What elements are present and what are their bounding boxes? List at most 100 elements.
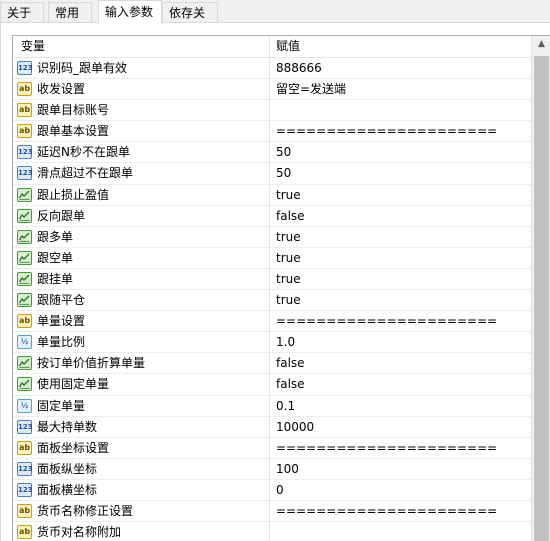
table-row[interactable]: 123 最大持单数 10000 <box>13 416 531 438</box>
table-row[interactable]: 123 延迟N秒不在跟单 50 <box>13 142 531 164</box>
parameter-value[interactable]: 100 <box>276 459 299 480</box>
parameter-name: 使用固定单量 <box>37 377 110 392</box>
parameter-value[interactable]: ====================== <box>276 501 497 522</box>
column-header-value[interactable]: 赋值 <box>276 36 300 57</box>
cell-divider <box>269 374 270 396</box>
parameter-name: 按订单价值折算单量 <box>37 356 146 371</box>
parameter-value[interactable]: 0 <box>276 480 284 501</box>
string-icon: ab <box>17 440 32 455</box>
table-row[interactable]: ab 面板坐标设置 ====================== <box>13 437 531 459</box>
cell-divider <box>269 353 270 375</box>
parameter-value[interactable]: false <box>276 206 305 227</box>
parameter-name: 单量设置 <box>37 314 86 329</box>
table-row[interactable]: ab 跟单目标账号 <box>13 100 531 122</box>
table-row[interactable]: ab 跟单基本设置 ====================== <box>13 121 531 143</box>
parameter-name: 货币名称修正设置 <box>37 503 134 518</box>
table-row[interactable]: 跟多单 true <box>13 226 531 248</box>
table-row[interactable]: 123 面板纵坐标 100 <box>13 458 531 480</box>
parameter-value[interactable]: false <box>276 353 305 374</box>
boolean-icon <box>17 250 32 265</box>
boolean-icon <box>17 208 32 223</box>
cell-divider <box>269 121 270 143</box>
parameter-value[interactable]: 0.1 <box>276 396 295 417</box>
cell-divider <box>269 416 270 438</box>
cell-divider <box>269 290 270 312</box>
table-row[interactable]: 跟挂单 true <box>13 268 531 291</box>
column-divider[interactable] <box>269 36 270 57</box>
parameter-name: 识别码_跟单有效 <box>37 61 128 75</box>
parameter-value[interactable]: 10000 <box>276 417 314 438</box>
tab-inputs[interactable]: 输入参数 <box>98 0 162 24</box>
integer-icon: 123 <box>17 482 33 497</box>
parameter-value[interactable]: 50 <box>276 163 291 184</box>
cell-divider <box>269 58 270 79</box>
table-row[interactable]: 123 滑点超过不在跟单 50 <box>13 163 531 185</box>
table-row[interactable]: ab 货币名称修正设置 ====================== <box>13 500 531 523</box>
table-row[interactable]: ab 货币对名称附加 <box>13 522 531 541</box>
integer-icon: 123 <box>17 61 33 75</box>
table-row[interactable]: 跟空单 true <box>13 247 531 269</box>
integer-icon: 123 <box>17 166 33 181</box>
parameter-name: 跟挂单 <box>37 271 74 286</box>
tab-dependencies[interactable]: 依存关系 <box>162 2 218 40</box>
cell-divider <box>269 268 270 290</box>
tab-bar: 关于 常用 输入参数 依存关系 <box>0 0 550 40</box>
parameter-value[interactable]: false <box>276 374 305 395</box>
parameter-name: 跟多单 <box>37 229 74 244</box>
vertical-scrollbar[interactable]: ▲ <box>531 36 550 541</box>
parameter-value[interactable]: true <box>276 269 301 290</box>
table-row[interactable]: ½ 单量比例 1.0 <box>13 332 531 354</box>
table-row[interactable]: 跟随平仓 true <box>13 290 531 312</box>
column-header-variable[interactable]: 变量 <box>21 36 45 57</box>
boolean-icon <box>17 271 32 286</box>
cell-divider <box>269 142 270 164</box>
parameter-name: 固定单量 <box>37 398 86 413</box>
parameter-value[interactable]: 留空=发送端 <box>276 79 346 100</box>
parameter-name: 跟单基本设置 <box>37 124 110 139</box>
boolean-icon <box>17 377 32 392</box>
parameter-value[interactable]: true <box>276 227 301 248</box>
parameter-value[interactable]: ====================== <box>276 438 497 459</box>
cell-divider <box>269 79 270 101</box>
string-icon: ab <box>17 82 32 97</box>
tab-common[interactable]: 常用 <box>48 2 92 22</box>
cell-divider <box>269 479 270 501</box>
cell-divider <box>269 458 270 480</box>
cell-divider <box>269 332 270 354</box>
parameter-value[interactable]: 888666 <box>276 58 322 79</box>
parameter-name: 反向跟单 <box>37 208 86 223</box>
cell-divider <box>269 163 270 185</box>
boolean-icon <box>17 356 32 371</box>
table-row[interactable]: 按订单价值折算单量 false <box>13 353 531 375</box>
scroll-up-icon[interactable]: ▲ <box>532 36 550 53</box>
table-row[interactable]: 使用固定单量 false <box>13 374 531 396</box>
string-icon: ab <box>17 525 32 540</box>
boolean-icon <box>17 229 32 244</box>
string-icon: ab <box>17 314 32 329</box>
table-row[interactable]: ab 收发设置 留空=发送端 <box>13 79 531 101</box>
cell-divider <box>269 522 270 541</box>
parameter-value[interactable]: ====================== <box>276 311 497 332</box>
table-row[interactable]: 123 面板横坐标 0 <box>13 479 531 501</box>
scroll-thumb[interactable] <box>534 56 549 541</box>
parameter-name: 面板坐标设置 <box>37 440 110 455</box>
table-row[interactable]: ab 单量设置 ====================== <box>13 311 531 333</box>
parameter-value[interactable]: 1.0 <box>276 332 295 353</box>
table-row[interactable]: 123 识别码_跟单有效 888666 <box>13 58 531 80</box>
parameter-name: 货币对名称附加 <box>37 525 122 540</box>
boolean-icon <box>17 187 32 202</box>
tab-about[interactable]: 关于 <box>0 2 44 22</box>
parameter-value[interactable]: true <box>276 290 301 311</box>
table-row[interactable]: 反向跟单 false <box>13 205 531 227</box>
parameter-name: 收发设置 <box>37 82 86 97</box>
cell-divider <box>269 205 270 227</box>
table-row[interactable]: 跟止损止盈值 true <box>13 184 531 206</box>
cell-divider <box>269 395 270 417</box>
table-row[interactable]: ½ 固定单量 0.1 <box>13 395 531 417</box>
double-icon: ½ <box>17 335 32 350</box>
parameter-name: 跟随平仓 <box>37 293 86 308</box>
parameter-value[interactable]: 50 <box>276 142 291 163</box>
parameter-value[interactable]: true <box>276 248 301 269</box>
parameter-value[interactable]: true <box>276 185 301 206</box>
parameter-value[interactable]: ====================== <box>276 121 497 142</box>
